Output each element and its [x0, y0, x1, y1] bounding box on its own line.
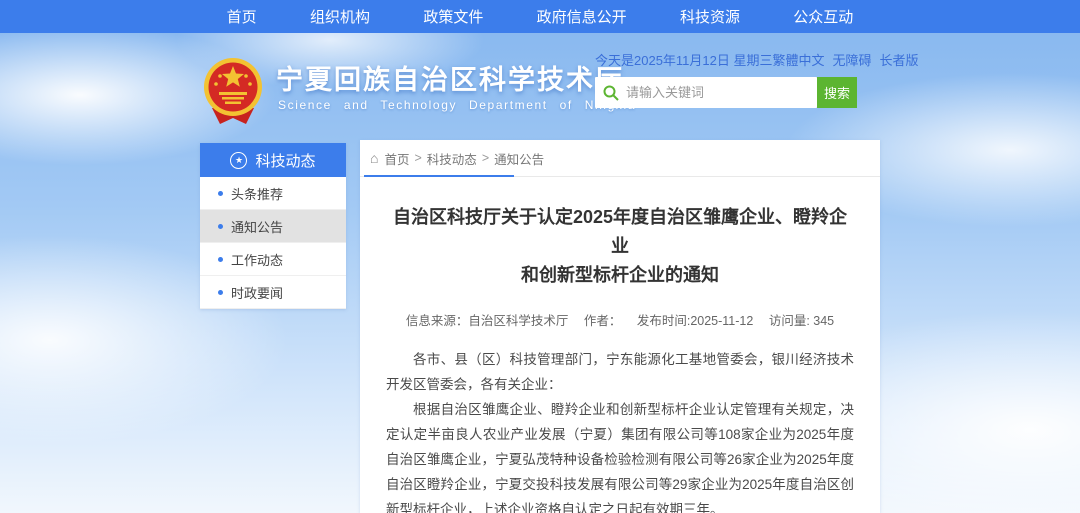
- sidebar-item-label: 通知公告: [231, 217, 283, 236]
- bullet-dot-icon: [218, 257, 223, 262]
- sidebar-item-current-news[interactable]: 时政要闻: [200, 276, 346, 309]
- nav-item-public-interaction[interactable]: 公众互动: [793, 6, 853, 27]
- article-title: 自治区科技厅关于认定2025年度自治区雏鹰企业、瞪羚企业 和创新型标杆企业的通知: [360, 203, 880, 290]
- link-traditional-chinese[interactable]: 繁體中文: [773, 50, 825, 69]
- article-meta: 信息来源：自治区科学技术厅 作者： 发布时间:2025-11-12 访问量: 3…: [360, 310, 880, 329]
- nav-item-policy-documents[interactable]: 政策文件: [423, 6, 483, 27]
- sidebar-item-label: 时政要闻: [231, 283, 283, 302]
- link-accessibility[interactable]: 无障碍: [833, 50, 872, 69]
- sidebar-item-label: 头条推荐: [231, 184, 283, 203]
- breadcrumb: ⌂ 首页 > 科技动态 > 通知公告: [360, 140, 880, 177]
- breadcrumb-home[interactable]: 首页: [384, 149, 409, 168]
- meta-source: 信息来源：自治区科学技术厅: [406, 314, 569, 328]
- article-body: 各市、县（区）科技管理部门，宁东能源化工基地管委会，银川经济技术开发区管委会，各…: [360, 347, 880, 513]
- breadcrumb-separator: >: [482, 151, 489, 165]
- article-title-line1: 自治区科技厅关于认定2025年度自治区雏鹰企业、瞪羚企业: [390, 203, 850, 261]
- star-circle-icon: ★: [230, 152, 247, 169]
- today-date-text: 今天是2025年11月12日 星期三: [595, 50, 773, 69]
- breadcrumb-tech-trends[interactable]: 科技动态: [427, 149, 477, 168]
- sidebar-item-notices[interactable]: 通知公告: [200, 210, 346, 243]
- meta-publish-time: 发布时间:2025-11-12: [637, 314, 754, 328]
- breadcrumb-notices[interactable]: 通知公告: [494, 149, 544, 168]
- sidebar: ★ 科技动态 头条推荐 通知公告 工作动态 时政要闻: [200, 143, 346, 309]
- bullet-dot-icon: [218, 224, 223, 229]
- meta-author: 作者：: [584, 314, 622, 328]
- link-elder-version[interactable]: 长者版: [880, 50, 919, 69]
- page-background: 首页 组织机构 政策文件 政府信息公开 科技资源 公众互动: [0, 0, 1080, 513]
- article-title-line2: 和创新型标杆企业的通知: [390, 261, 850, 290]
- bullet-dot-icon: [218, 191, 223, 196]
- national-emblem-logo[interactable]: [202, 56, 264, 128]
- search-icon: [603, 85, 619, 101]
- bullet-dot-icon: [218, 290, 223, 295]
- sidebar-item-work-trends[interactable]: 工作动态: [200, 243, 346, 276]
- article-panel: ⌂ 首页 > 科技动态 > 通知公告 自治区科技厅关于认定2025年度自治区雏鹰…: [360, 140, 880, 513]
- breadcrumb-separator: >: [414, 151, 421, 165]
- top-navigation-bar: 首页 组织机构 政策文件 政府信息公开 科技资源 公众互动: [0, 0, 1080, 33]
- site-subtitle: Science and Technology Department of Nin…: [278, 98, 636, 112]
- nav-item-tech-resources[interactable]: 科技资源: [680, 6, 740, 27]
- nav-item-gov-info-disclosure[interactable]: 政府信息公开: [537, 6, 627, 27]
- search-button[interactable]: 搜索: [817, 77, 857, 108]
- site-title: 宁夏回族自治区科学技术厅: [276, 58, 624, 97]
- article-paragraph: 根据自治区雏鹰企业、瞪羚企业和创新型标杆企业认定管理有关规定，决定认定半亩良人农…: [386, 397, 854, 513]
- home-icon: ⌂: [370, 150, 378, 166]
- meta-visit-count: 访问量: 345: [769, 314, 834, 328]
- article-paragraph: 各市、县（区）科技管理部门，宁东能源化工基地管委会，银川经济技术开发区管委会，各…: [386, 347, 854, 397]
- sidebar-item-headline-recommend[interactable]: 头条推荐: [200, 177, 346, 210]
- nav-item-organization[interactable]: 组织机构: [310, 6, 370, 27]
- sidebar-header: ★ 科技动态: [200, 143, 346, 177]
- nav-item-home[interactable]: 首页: [227, 6, 257, 27]
- site-header: 宁夏回族自治区科学技术厅 Science and Technology Depa…: [200, 40, 880, 140]
- search-box: [595, 77, 817, 108]
- search-input[interactable]: [626, 85, 809, 100]
- sidebar-item-label: 工作动态: [231, 250, 283, 269]
- sidebar-title: 科技动态: [255, 150, 315, 171]
